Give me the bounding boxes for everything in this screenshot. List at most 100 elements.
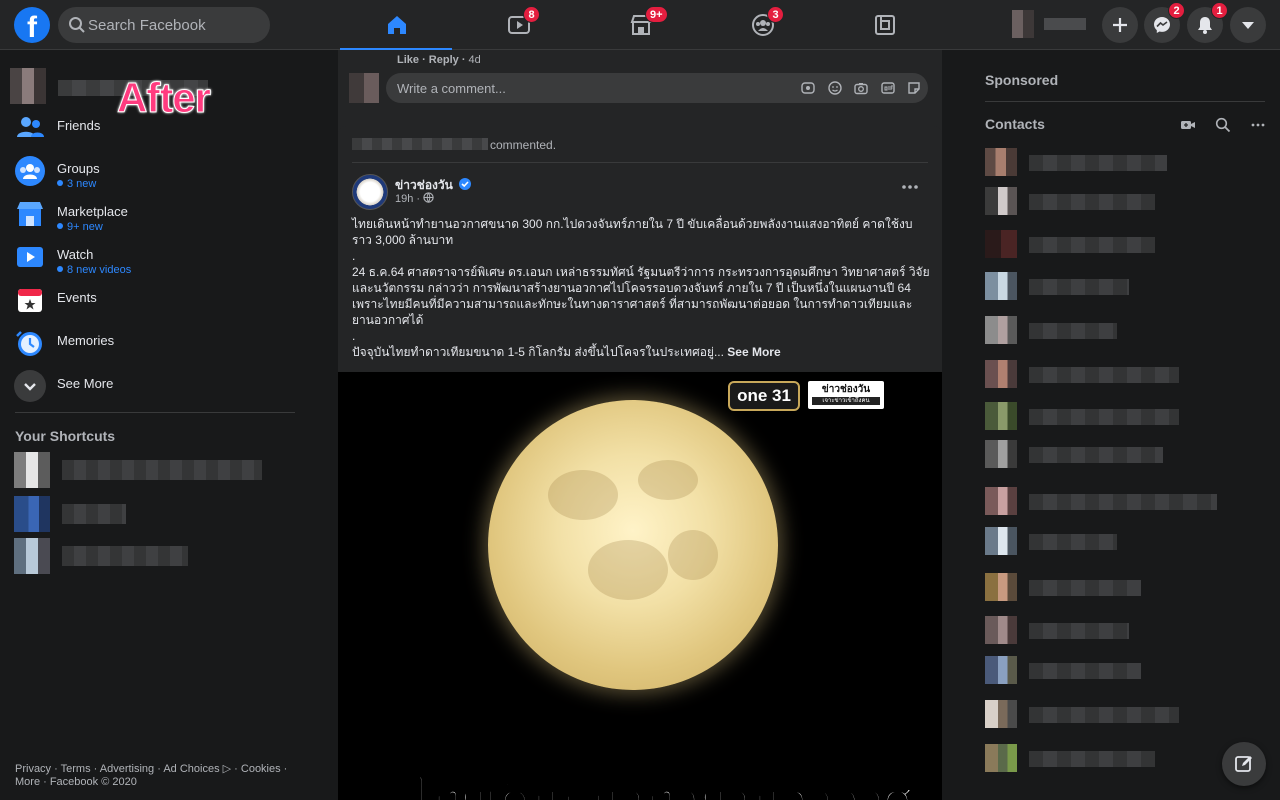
create-button[interactable] [1102,7,1138,43]
notifications-button[interactable]: 1 [1187,2,1228,43]
contact-item[interactable] [985,148,1225,180]
facebook-logo[interactable]: f [14,7,50,43]
post-time[interactable]: 19h [395,193,413,205]
like-link[interactable]: Like [397,54,419,66]
sidebar-item-watch[interactable]: Watch 8 new videos [14,239,304,279]
messenger-icon [1154,17,1170,33]
logo-tagline: เจาะข่าวเข้าถึงคน [812,397,880,405]
avatar-sticker-icon[interactable] [800,80,816,96]
shortcut-thumbnail [14,496,50,532]
sticker-icon[interactable] [906,80,922,96]
contact-name-redacted [1029,279,1129,295]
search-input[interactable] [88,7,263,43]
image-headline: ไทยเดินหน้าทำยานอวกาศ [407,772,914,800]
contact-item[interactable] [985,527,1225,559]
verified-badge-icon [459,178,472,190]
shortcut-name-redacted [62,504,126,524]
more-dots-icon [902,185,918,189]
gif-icon[interactable] [880,80,896,96]
contact-item[interactable] [985,187,1225,219]
tab-gaming[interactable] [828,0,940,50]
contact-name-redacted [1029,580,1141,596]
search-icon [69,17,85,33]
contact-name-redacted [1029,623,1129,639]
avatar [985,656,1017,684]
contact-item[interactable] [985,744,1225,776]
account-menu-button[interactable] [1230,7,1266,43]
profile-shortcut[interactable] [1012,10,1094,40]
contact-item[interactable] [985,316,1225,348]
sidebar-item-subtitle: 8 new videos [57,264,131,276]
contact-name-redacted [1029,494,1217,510]
avatar [349,73,379,103]
new-message-button[interactable] [1222,742,1266,786]
contact-item[interactable] [985,616,1225,648]
sidebar-item-memories[interactable]: Memories [14,325,304,365]
contact-name-redacted [1029,751,1155,767]
sidebar-item-label: See More [57,376,114,391]
contact-name-redacted [1029,367,1179,383]
shortcut-name-redacted [62,460,262,480]
tab-groups[interactable]: 3 [706,0,818,50]
page-avatar[interactable] [352,174,388,210]
post-card: commented. ข่าวช่องวัน 19h · ไทยเดินหน้า… [338,126,942,800]
contact-item[interactable] [985,230,1225,262]
profile-name-redacted [1044,18,1086,30]
post-paragraph-last: ปัจจุบันไทยทำดาวเทียมขนาด 1-5 กิโลกรัม ส… [352,344,932,360]
sidebar-item-subtitle: 3 new [57,178,96,190]
contact-item[interactable] [985,487,1225,519]
post-meta: 19h · [395,192,434,205]
post-paragraph-text: ปัจจุบันไทยทำดาวเทียมขนาด 1-5 กิโลกรัม ส… [352,345,724,359]
reply-link[interactable]: Reply [429,54,459,66]
avatar [985,316,1017,344]
comment-input[interactable] [397,73,777,103]
shortcut-item[interactable] [14,496,274,532]
contact-item[interactable] [985,573,1225,605]
tab-marketplace[interactable]: 9+ [584,0,696,50]
search-box[interactable] [58,7,270,43]
home-icon [388,16,406,34]
avatar [985,230,1017,258]
more-dots-icon[interactable] [1250,117,1266,133]
comment-time: 4d [468,54,481,66]
contact-item[interactable] [985,360,1225,392]
sidebar-item-label: Friends [57,118,101,133]
footer-links[interactable]: Privacy · Terms · Advertising · Ad Choic… [15,763,305,789]
sidebar-item-marketplace[interactable]: Marketplace 9+ new [14,196,304,236]
comment-actions: Like · Reply · 4d [397,54,481,66]
sidebar-item-groups[interactable]: Groups 3 new [14,153,304,193]
contact-item[interactable] [985,700,1225,732]
avatar [985,487,1017,515]
emoji-icon[interactable] [827,80,843,96]
shortcut-item[interactable] [14,538,274,574]
shortcut-item[interactable] [14,452,274,488]
sidebar-item-events[interactable]: Events [14,282,304,322]
camera-icon[interactable] [853,80,869,96]
search-icon[interactable] [1215,117,1231,133]
shortcut-thumbnail [14,452,50,488]
page-name-text[interactable]: ข่าวช่องวัน [395,178,453,192]
post-body: ไทยเดินหน้าทำยานอวกาศขนาด 300 กก.ไปดวงจั… [352,216,932,360]
comment-box[interactable] [386,73,928,103]
avatar [985,360,1017,388]
logo-text: ข่าวช่องวัน [821,384,871,395]
see-more-link[interactable]: See More [727,345,780,359]
avatar [1012,10,1034,38]
contact-item[interactable] [985,656,1225,688]
contact-item[interactable] [985,440,1225,472]
clock-icon [16,331,42,356]
contact-name-redacted [1029,237,1155,253]
watch-badge: 8 [523,6,540,23]
tab-home[interactable] [340,0,452,51]
contact-item[interactable] [985,272,1225,304]
sidebar-see-more[interactable]: See More [14,368,304,408]
post-options-button[interactable] [900,180,920,192]
new-room-icon[interactable] [1180,117,1196,133]
tab-watch[interactable]: 8 [462,0,574,50]
avatar [985,440,1017,468]
post-image[interactable]: one 31 ข่าวช่องวัน เจาะข่าวเข้าถึงคน ไทย… [338,372,942,800]
messenger-button[interactable]: 2 [1144,2,1185,43]
shortcut-name-redacted [62,546,188,566]
contact-item[interactable] [985,402,1225,434]
contact-name-redacted [1029,534,1117,550]
